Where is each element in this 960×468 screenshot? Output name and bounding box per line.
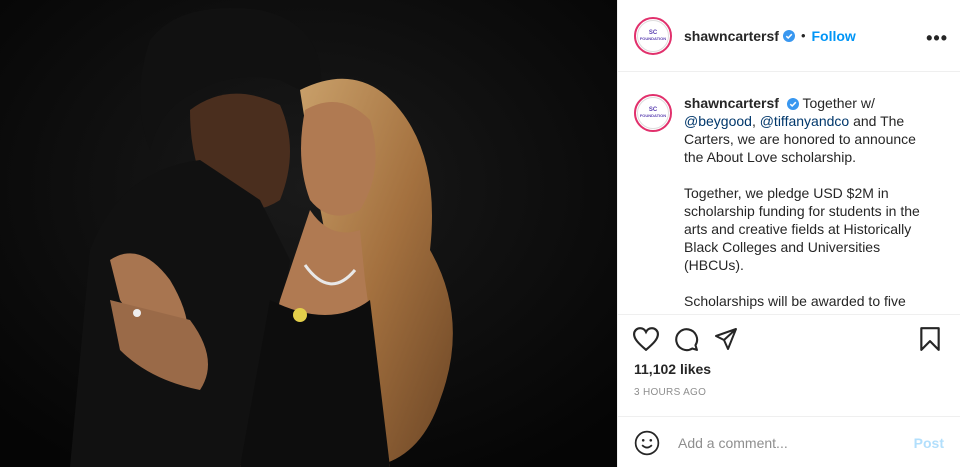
caption-paragraph-3: Scholarships will be awarded to five [684, 293, 906, 309]
bookmark-icon[interactable] [916, 325, 944, 353]
caption-paragraph-2: Together, we pledge USD $2M in scholarsh… [684, 185, 920, 273]
caption-text: shawncartersf Together w/ @beygood, @tif… [684, 94, 936, 314]
avatar-logo-subtext: FOUNDATION [639, 35, 667, 41]
post-comment-button[interactable]: Post [914, 435, 944, 451]
share-icon[interactable] [712, 325, 740, 353]
likes-count[interactable]: 11,102 likes [618, 355, 960, 377]
avatar-logo: SC FOUNDATION [637, 19, 669, 52]
mention-tiffanyandco[interactable]: @tiffanyandco [760, 113, 849, 129]
avatar-logo: SC FOUNDATION [637, 97, 669, 129]
caption-intro: Together w/ [802, 95, 875, 111]
comment-icon[interactable] [672, 325, 700, 353]
caption-username[interactable]: shawncartersf [684, 95, 779, 111]
more-options-icon[interactable]: ••• [926, 28, 948, 49]
avatar-logo-subtext: FOUNDATION [639, 113, 667, 118]
caption-avatar[interactable]: SC FOUNDATION [634, 94, 672, 132]
verified-badge-icon [786, 98, 799, 111]
post-details-panel: SC FOUNDATION shawncartersf • Follow •••… [617, 0, 960, 467]
post-header: SC FOUNDATION shawncartersf • Follow ••• [618, 0, 960, 72]
verified-badge-icon [782, 29, 795, 42]
username-link[interactable]: shawncartersf [684, 28, 779, 44]
avatar[interactable]: SC FOUNDATION [634, 16, 672, 55]
heart-icon[interactable] [632, 325, 660, 353]
caption-section: SC FOUNDATION shawncartersf Together w/ … [618, 72, 960, 314]
caption-comma: , [751, 113, 756, 129]
photo-illustration [0, 0, 617, 467]
post-timestamp[interactable]: 3 HOURS AGO [618, 377, 960, 398]
comment-bar: Post [618, 416, 960, 468]
comment-input[interactable] [676, 433, 914, 452]
separator-dot: • [800, 28, 806, 43]
post-photo[interactable] [0, 0, 617, 467]
mention-beygood[interactable]: @beygood [684, 113, 752, 129]
post-actions-section: 11,102 likes 3 HOURS AGO Post [618, 314, 960, 468]
follow-button[interactable]: Follow [812, 28, 856, 44]
action-icons-row [618, 315, 960, 355]
emoji-icon[interactable] [634, 430, 660, 456]
